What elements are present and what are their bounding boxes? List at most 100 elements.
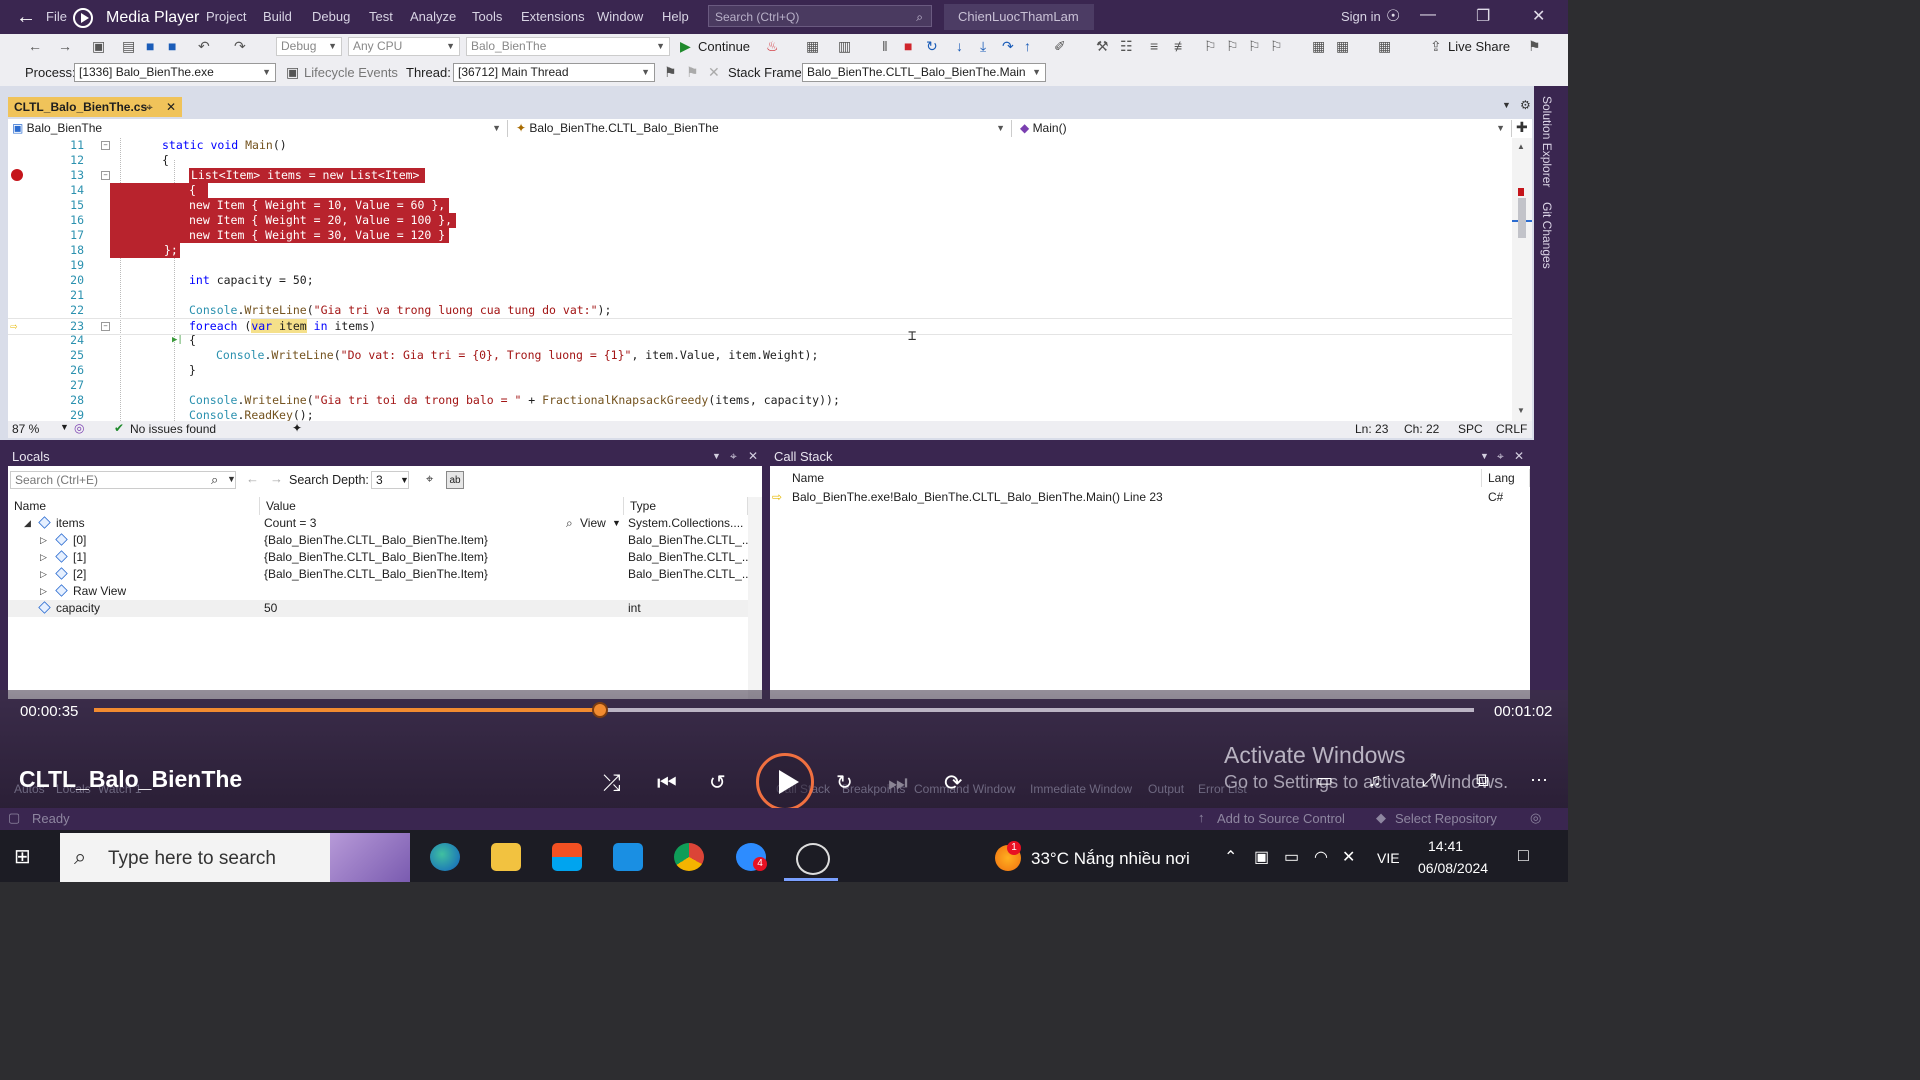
locals-row[interactable]: ▷ [0] {Balo_BienThe.CLTL_Balo_BienThe.It… <box>8 532 752 549</box>
line-ending[interactable]: CRLF <box>1496 422 1527 436</box>
pin-icon[interactable]: ⌖ <box>730 447 737 466</box>
menu-debug[interactable]: Debug <box>312 9 350 24</box>
column-header-type[interactable]: Type <box>624 497 748 515</box>
chevron-up-icon[interactable]: ⌃ <box>1224 847 1237 867</box>
solution-explorer-tab[interactable]: Solution Explorer <box>1540 96 1554 187</box>
shuffle-icon[interactable]: ⤮ <box>603 770 621 796</box>
window-menu-icon[interactable]: ▼ <box>712 447 721 466</box>
select-repository[interactable]: Select Repository <box>1395 811 1497 826</box>
play-button[interactable] <box>756 753 814 811</box>
prev-bookmark-icon[interactable]: ⚐ <box>1226 38 1239 55</box>
project-nav-dropdown[interactable]: ▣ Balo_BienThe ▼ <box>8 120 508 137</box>
locals-row[interactable]: ▷ [2] {Balo_BienThe.CLTL_Balo_BienThe.It… <box>8 566 752 583</box>
chevron-down-icon[interactable]: ▼ <box>227 474 236 484</box>
whitespace-mode[interactable]: SPC <box>1458 422 1483 436</box>
column-header-value[interactable]: Value <box>260 497 624 515</box>
flag-thread-icon[interactable]: ⚑ <box>664 64 677 81</box>
lifecycle-events-button[interactable]: Lifecycle Events <box>304 65 398 80</box>
startup-project-dropdown[interactable]: Balo_BienThe ▼ <box>466 37 670 56</box>
rewind-10-icon[interactable]: ↺ <box>709 770 726 795</box>
save-icon[interactable]: ■ <box>146 38 154 54</box>
view-visualizer-button[interactable]: View <box>580 515 606 532</box>
process-dropdown[interactable]: [1336] Balo_BienThe.exe ▼ <box>74 63 276 82</box>
issues-status[interactable]: No issues found <box>130 422 216 436</box>
new-project-icon[interactable]: ▣ <box>92 38 105 55</box>
menu-extensions[interactable]: Extensions <box>521 9 585 24</box>
clear-bookmarks-icon[interactable]: ⚐ <box>1270 38 1283 55</box>
hex-toggle-icon[interactable]: ab <box>446 471 464 489</box>
clock-time[interactable]: 14:41 <box>1428 838 1463 854</box>
scroll-thumb[interactable] <box>1518 198 1526 238</box>
expand-arrow-icon[interactable]: ▷ <box>40 532 47 549</box>
captions-icon[interactable]: ▭ <box>1316 770 1333 791</box>
member-nav-dropdown[interactable]: ◆ Main() ▼ <box>1016 120 1512 137</box>
live-share-button[interactable]: Live Share <box>1448 39 1510 54</box>
run-to-click-icon[interactable]: ▶| <box>172 333 183 348</box>
editor-vertical-scrollbar[interactable]: ▲ ▼ <box>1512 138 1532 421</box>
locals-row[interactable]: capacity 50 int <box>8 600 748 617</box>
expand-arrow-icon[interactable]: ▷ <box>40 583 47 600</box>
search-icon[interactable]: ⌕ <box>211 472 218 488</box>
minimize-button[interactable]: — <box>1420 6 1436 24</box>
restore-button[interactable]: ❐ <box>1476 6 1490 26</box>
live-share-icon[interactable]: ⇪ <box>1430 38 1442 55</box>
media-player-taskbar-icon[interactable] <box>796 843 830 875</box>
show-next-statement-icon[interactable]: ↓ <box>956 38 963 54</box>
chrome-icon[interactable] <box>674 843 704 871</box>
menu-window[interactable]: Window <box>597 9 643 24</box>
menu-help[interactable]: Help <box>662 9 689 24</box>
feedback-icon[interactable]: ⚑ <box>1528 38 1541 55</box>
menu-test[interactable]: Test <box>369 9 393 24</box>
add-to-source-control[interactable]: Add to Source Control <box>1217 811 1345 826</box>
scroll-up-icon[interactable]: ▲ <box>1517 142 1525 151</box>
diagnostic-icon[interactable]: ▦ <box>806 38 819 55</box>
previous-icon[interactable]: ⏮ <box>657 770 677 796</box>
collapse-arrow-icon[interactable]: ◢ <box>24 515 31 532</box>
locals-row[interactable]: ▷ Raw View <box>8 583 748 600</box>
hot-reload-icon[interactable]: ♨ <box>766 38 779 55</box>
collapse-icon[interactable]: − <box>101 322 110 331</box>
expand-arrow-icon[interactable]: ▷ <box>40 549 47 566</box>
account-icon[interactable]: ☉ <box>1386 6 1400 26</box>
pin-icon[interactable]: ⌖ <box>146 97 153 117</box>
call-stack-row[interactable]: ⇨ Balo_BienThe.exe!Balo_BienThe.CLTL_Bal… <box>770 489 1530 506</box>
close-icon[interactable]: ✕ <box>1514 447 1524 466</box>
menu-tools[interactable]: Tools <box>472 9 502 24</box>
step-over-icon[interactable]: ↷ <box>1002 38 1014 55</box>
expand-arrow-icon[interactable]: ▷ <box>40 566 47 583</box>
copilot-icon[interactable]: ◎ <box>74 421 84 435</box>
locals-search-input[interactable]: Search (Ctrl+E) ⌕ ▼ <box>10 471 236 489</box>
platform-dropdown[interactable]: Any CPU ▼ <box>348 37 460 56</box>
continue-button[interactable]: Continue <box>698 39 750 54</box>
flag-all-icon[interactable]: ⚑ <box>686 64 699 81</box>
column-header-lang[interactable]: Lang <box>1482 469 1530 487</box>
input-language[interactable]: VIE <box>1377 850 1400 866</box>
break-all-icon[interactable]: ‖ <box>882 38 888 54</box>
menu-analyze[interactable]: Analyze <box>410 9 456 24</box>
comment-icon[interactable]: ≡ <box>1150 38 1158 54</box>
menu-build[interactable]: Build <box>263 9 292 24</box>
repeat-off-icon[interactable]: ⟳ <box>944 770 962 796</box>
toolbox-icon[interactable]: ⚒ <box>1096 38 1109 55</box>
back-arrow-icon[interactable]: ← <box>16 6 36 29</box>
menu-file[interactable]: File <box>46 9 67 24</box>
tab-list-icon[interactable]: ▼ <box>1502 100 1511 110</box>
locals-row[interactable]: ◢ items Count = 3 ⌕ View ▼ System.Collec… <box>8 515 748 532</box>
fullscreen-icon[interactable]: ⤢ <box>1422 770 1436 791</box>
tab-command-window[interactable]: Command Window <box>914 782 1015 796</box>
more-options-icon[interactable]: ⋯ <box>1530 770 1548 791</box>
git-changes-tab[interactable]: Git Changes <box>1540 202 1554 269</box>
notifications-icon[interactable]: ◎ <box>1530 810 1541 826</box>
search-depth-dropdown[interactable]: 3 ▼ <box>371 471 409 489</box>
save-all-icon[interactable]: ■ <box>168 38 176 54</box>
nav-forward-icon[interactable]: → <box>58 38 72 54</box>
pin-to-source-icon[interactable]: ⌖ <box>426 471 433 487</box>
step-into-icon[interactable]: ⤓ <box>980 38 986 55</box>
config-dropdown[interactable]: Debug ▼ <box>276 37 342 56</box>
taskbar-search-box[interactable]: ⌕ Type here to search <box>60 833 410 882</box>
column-header-name[interactable]: Name <box>8 497 260 515</box>
hex-display-icon[interactable]: ✐ <box>1054 38 1066 55</box>
close-button[interactable]: ✕ <box>1532 6 1545 26</box>
close-tab-icon[interactable]: ✕ <box>166 97 176 117</box>
chevron-down-icon[interactable]: ▼ <box>612 515 621 532</box>
